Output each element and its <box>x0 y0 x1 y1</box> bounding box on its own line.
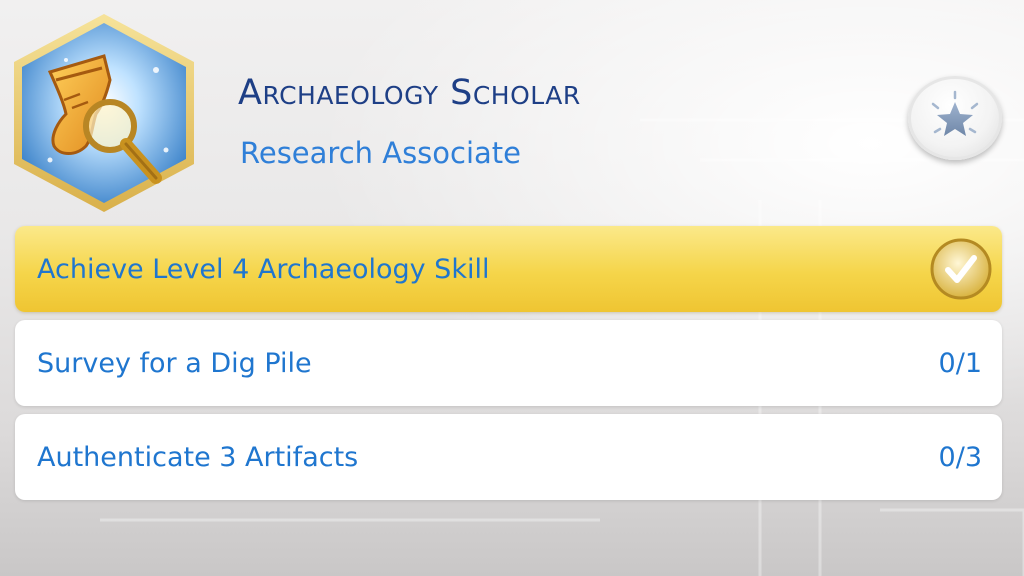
star-icon <box>931 90 979 136</box>
goal-label: Authenticate 3 Artifacts <box>37 441 359 473</box>
goal-progress: 0/1 <box>938 347 982 379</box>
reward-button[interactable] <box>908 76 1002 160</box>
aspiration-subtitle: Research Associate <box>240 136 522 170</box>
aspiration-title: Archaeology Scholar <box>238 73 581 113</box>
goal-row-completed[interactable]: Achieve Level 4 Archaeology Skill <box>15 226 1002 312</box>
goal-row[interactable]: Survey for a Dig Pile 0/1 <box>15 320 1002 406</box>
goal-label: Achieve Level 4 Archaeology Skill <box>37 253 490 285</box>
goal-label: Survey for a Dig Pile <box>37 347 312 379</box>
checkmark-icon <box>930 238 992 300</box>
artifact-magnifier-icon <box>14 14 194 212</box>
goal-progress: 0/3 <box>938 441 982 473</box>
goal-row[interactable]: Authenticate 3 Artifacts 0/3 <box>15 414 1002 500</box>
